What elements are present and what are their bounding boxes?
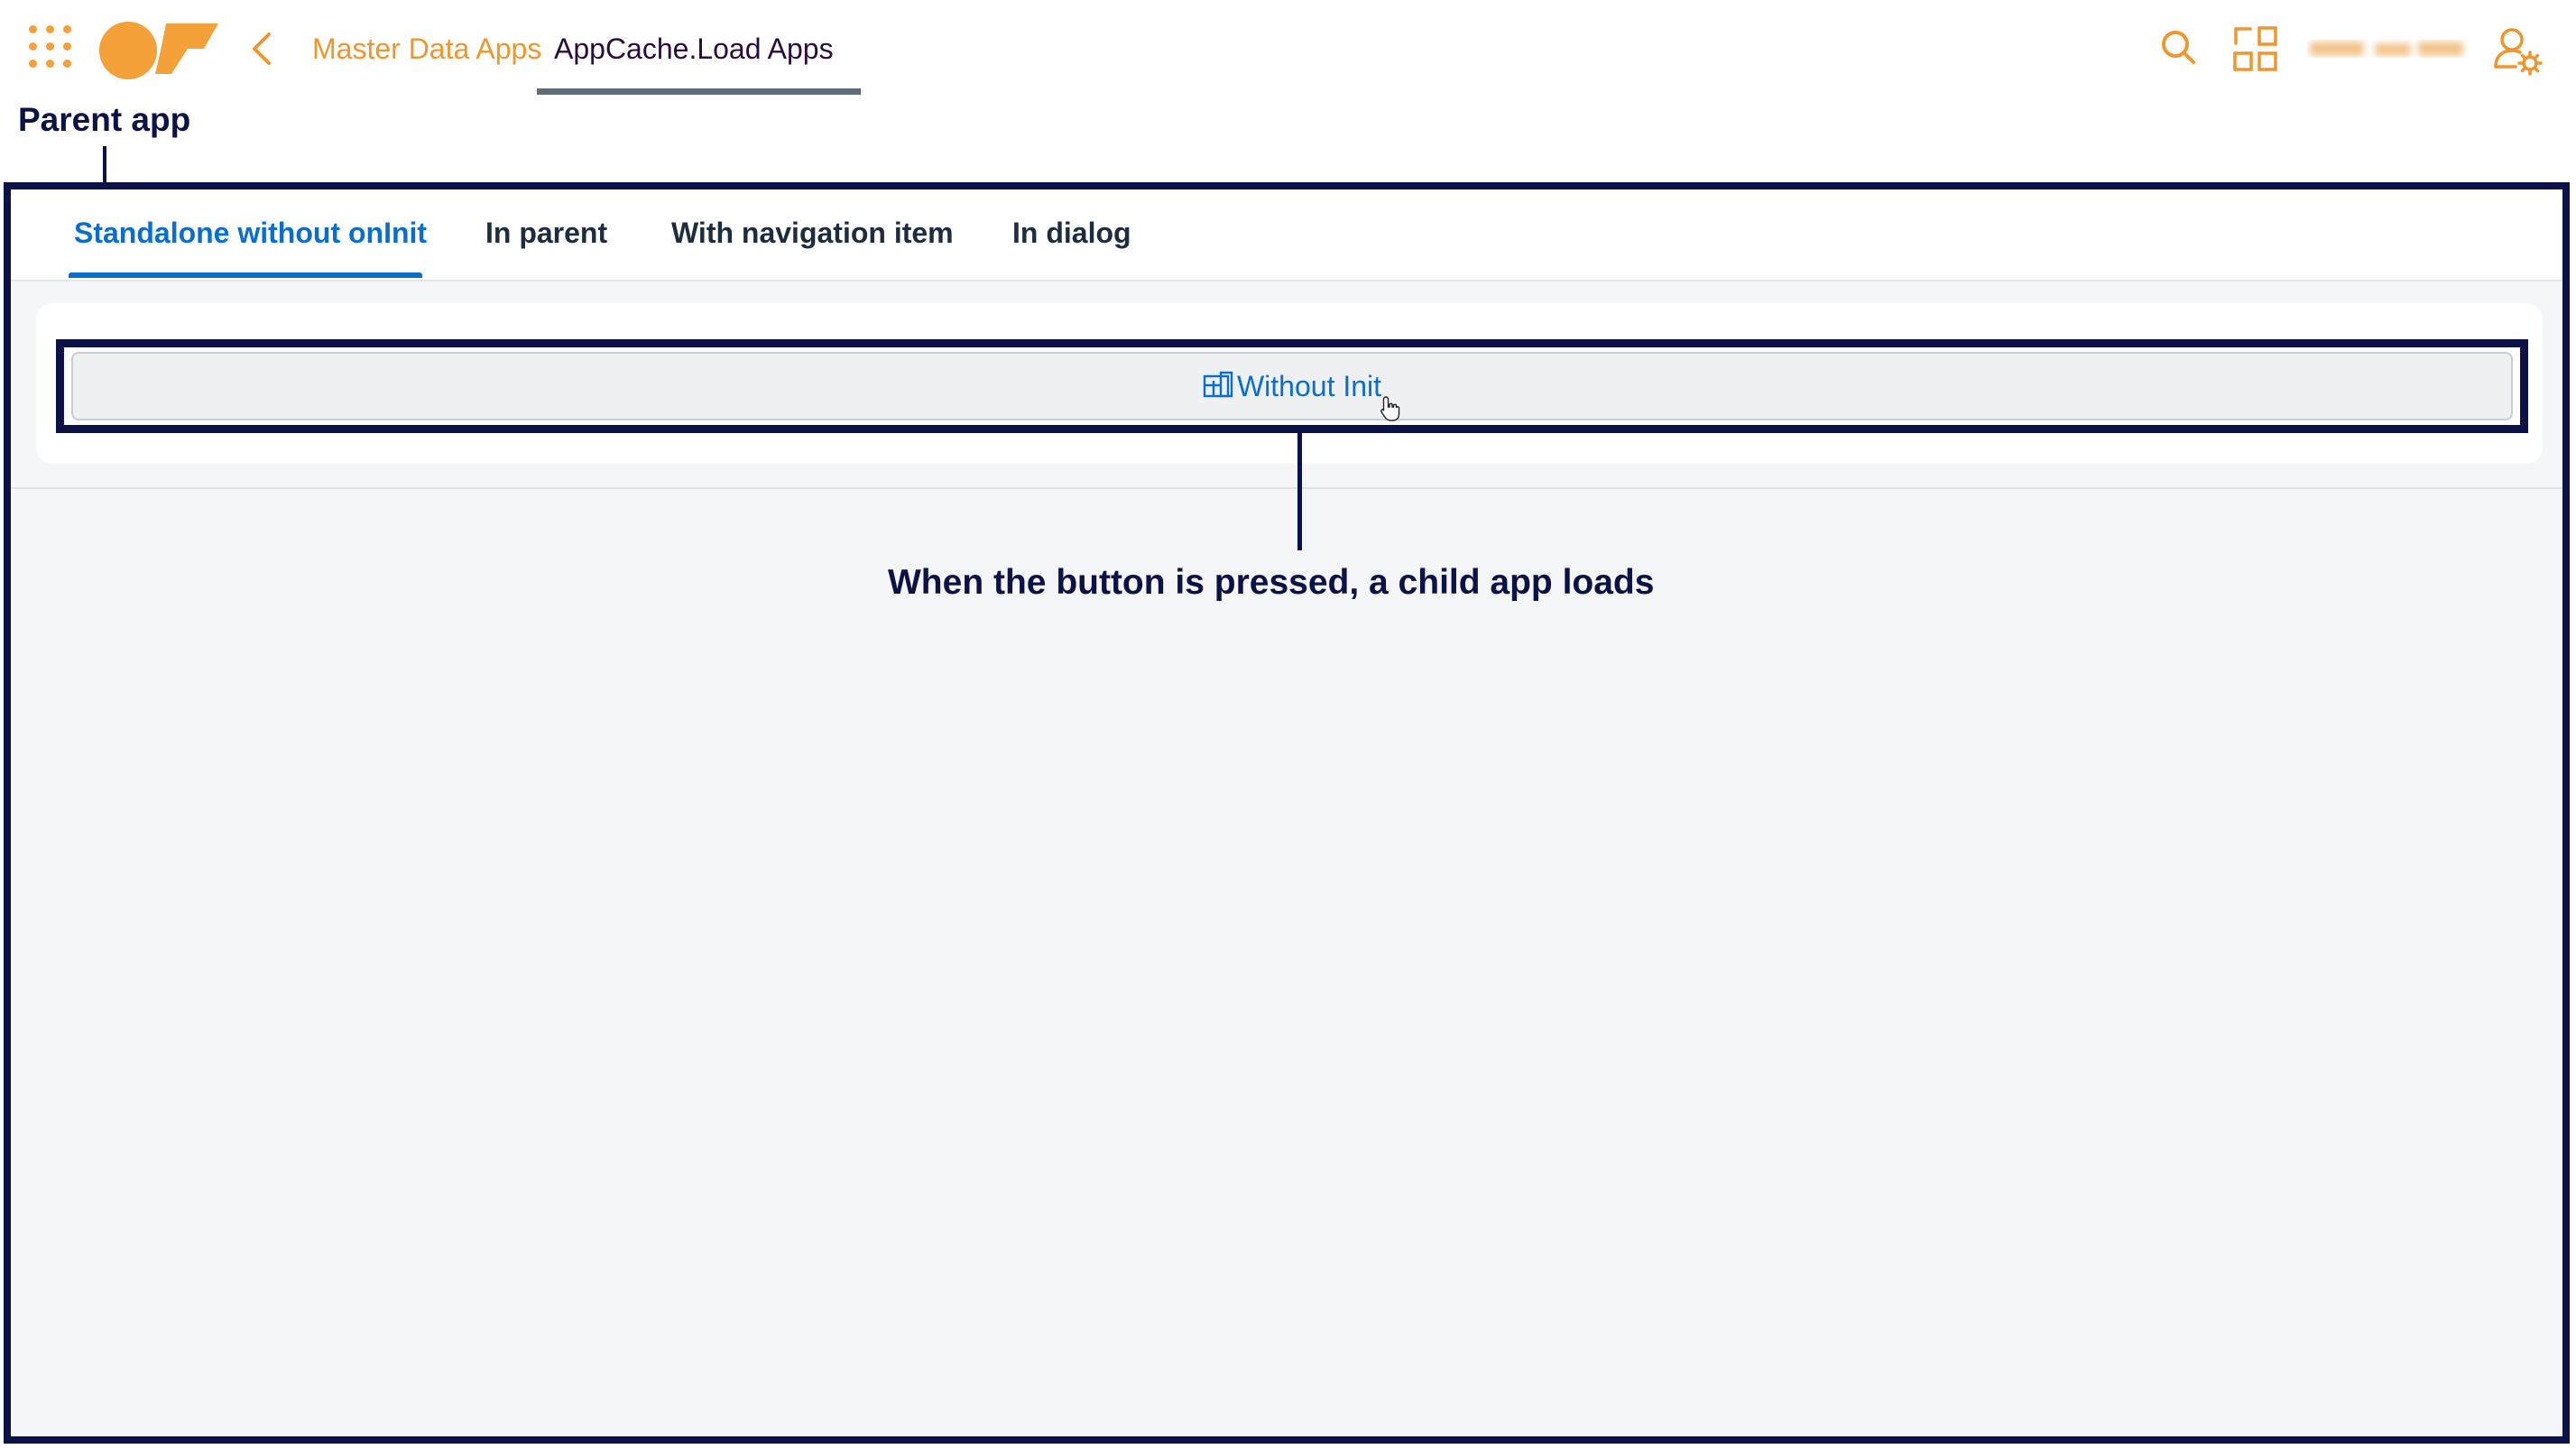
page: Master Data Apps AppCache.Load Apps Pare… [0,0,2576,1449]
annotation-caption: When the button is pressed, a child app … [888,563,1655,602]
breadcrumb-parent-link[interactable]: Master Data Apps [312,31,541,67]
app-launcher-grid-icon[interactable] [29,25,74,70]
company-logo[interactable] [97,18,224,81]
without-init-button[interactable]: Without Init [71,352,2513,420]
app-tiles-icon[interactable] [2232,25,2279,74]
tab-with-navigation-item[interactable]: With navigation item [671,215,954,251]
without-init-button-label: Without Init [1236,369,1382,402]
active-tab-indicator [69,272,422,278]
annotation-connector-line [103,146,106,184]
user-settings-icon[interactable] [2492,25,2543,76]
annotation-parent-app-label: Parent app [18,101,191,138]
tab-in-parent[interactable]: In parent [485,215,607,251]
tab-in-dialog[interactable]: In dialog [1012,215,1131,251]
shell-header: Master Data Apps AppCache.Load Apps [0,0,2576,99]
content-card: Without Init [36,303,2543,464]
breadcrumb-current[interactable]: AppCache.Load Apps [537,31,861,95]
user-name-blurred [2310,42,2463,56]
tab-standalone-without-oninit[interactable]: Standalone without onInit [74,215,427,251]
content-divider [11,487,2562,489]
annotation-caption-connector [1297,433,1302,550]
search-icon[interactable] [2158,25,2198,69]
app-window-icon [1203,371,1233,398]
chevron-left-icon[interactable] [244,29,280,69]
parent-app-frame: Standalone without onInit In parent With… [4,182,2570,1444]
annotation-button-highlight: Without Init [56,339,2528,433]
tab-bar: Standalone without onInit In parent With… [11,189,2562,281]
